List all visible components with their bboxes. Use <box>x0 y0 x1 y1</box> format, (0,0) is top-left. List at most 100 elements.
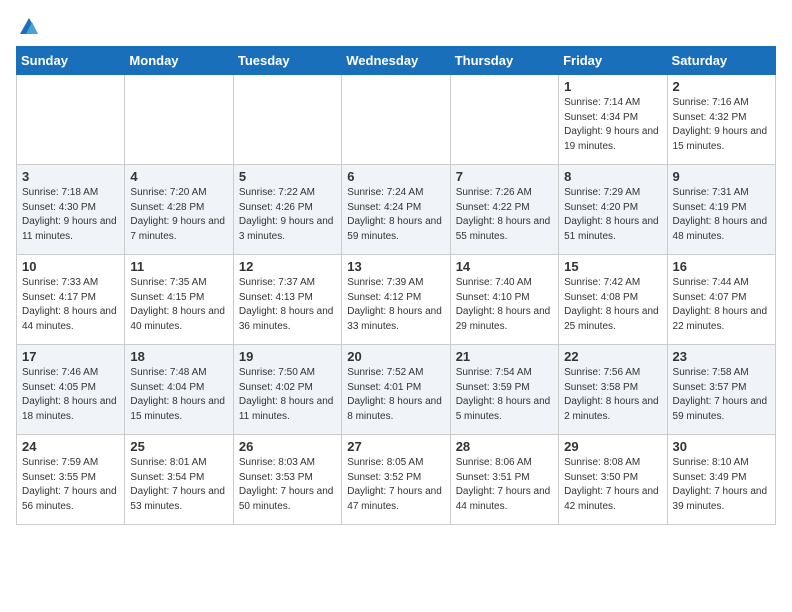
day-number: 10 <box>22 259 119 274</box>
calendar-cell <box>17 75 125 165</box>
day-number: 15 <box>564 259 661 274</box>
calendar-cell: 8 Sunrise: 7:29 AM Sunset: 4:20 PM Daylig… <box>559 165 667 255</box>
calendar-cell: 9 Sunrise: 7:31 AM Sunset: 4:19 PM Daylig… <box>667 165 775 255</box>
calendar-header-sunday: Sunday <box>17 47 125 75</box>
calendar-cell: 3 Sunrise: 7:18 AM Sunset: 4:30 PM Daylig… <box>17 165 125 255</box>
day-info: Sunrise: 7:58 AM Sunset: 3:57 PM Dayligh… <box>673 366 770 424</box>
day-number: 26 <box>239 439 336 454</box>
day-info: Sunrise: 7:14 AM Sunset: 4:34 PM Dayligh… <box>564 96 661 154</box>
calendar-cell: 17 Sunrise: 7:46 AM Sunset: 4:05 PM Dayli… <box>17 345 125 435</box>
calendar-cell: 14Sunrise: 7:40 AM Sunset: 4:10 PM Dayli… <box>450 255 558 345</box>
day-info: Sunrise: 7:29 AM Sunset: 4:20 PM Dayligh… <box>564 186 661 244</box>
calendar-cell: 12 Sunrise: 7:37 AM Sunset: 4:13 PM Dayli… <box>233 255 341 345</box>
day-number: 11 <box>130 259 227 274</box>
day-number: 14 <box>456 259 553 274</box>
day-info: Sunrise: 8:06 AM Sunset: 3:51 PM Dayligh… <box>456 456 553 514</box>
calendar-cell: 13Sunrise: 7:39 AM Sunset: 4:12 PM Dayli… <box>342 255 450 345</box>
day-number: 5 <box>239 169 336 184</box>
day-info: Sunrise: 8:03 AM Sunset: 3:53 PM Dayligh… <box>239 456 336 514</box>
calendar-cell: 1 Sunrise: 7:14 AM Sunset: 4:34 PM Daylig… <box>559 75 667 165</box>
day-info: Sunrise: 7:42 AM Sunset: 4:08 PM Dayligh… <box>564 276 661 334</box>
day-number: 29 <box>564 439 661 454</box>
day-info: Sunrise: 7:35 AM Sunset: 4:15 PM Dayligh… <box>130 276 227 334</box>
day-info: Sunrise: 7:39 AM Sunset: 4:12 PM Dayligh… <box>347 276 444 334</box>
day-info: Sunrise: 7:16 AM Sunset: 4:32 PM Dayligh… <box>673 96 770 154</box>
day-number: 21 <box>456 349 553 364</box>
calendar-cell: 20 Sunrise: 7:52 AM Sunset: 4:01 PM Dayli… <box>342 345 450 435</box>
calendar-cell: 11 Sunrise: 7:35 AM Sunset: 4:15 PM Dayli… <box>125 255 233 345</box>
calendar-cell: 10 Sunrise: 7:33 AM Sunset: 4:17 PM Dayli… <box>17 255 125 345</box>
calendar-cell: 22 Sunrise: 7:56 AM Sunset: 3:58 PM Dayli… <box>559 345 667 435</box>
day-number: 16 <box>673 259 770 274</box>
calendar-cell: 23 Sunrise: 7:58 AM Sunset: 3:57 PM Dayli… <box>667 345 775 435</box>
calendar-week-row: 24 Sunrise: 7:59 AM Sunset: 3:55 PM Dayli… <box>17 435 776 525</box>
day-number: 3 <box>22 169 119 184</box>
calendar-cell: 24 Sunrise: 7:59 AM Sunset: 3:55 PM Dayli… <box>17 435 125 525</box>
day-info: Sunrise: 8:08 AM Sunset: 3:50 PM Dayligh… <box>564 456 661 514</box>
calendar-week-row: 3 Sunrise: 7:18 AM Sunset: 4:30 PM Daylig… <box>17 165 776 255</box>
calendar-week-row: 17 Sunrise: 7:46 AM Sunset: 4:05 PM Dayli… <box>17 345 776 435</box>
calendar-cell: 30 Sunrise: 8:10 AM Sunset: 3:49 PM Dayli… <box>667 435 775 525</box>
day-info: Sunrise: 8:10 AM Sunset: 3:49 PM Dayligh… <box>673 456 770 514</box>
calendar-cell: 19Sunrise: 7:50 AM Sunset: 4:02 PM Dayli… <box>233 345 341 435</box>
day-number: 17 <box>22 349 119 364</box>
calendar-header-thursday: Thursday <box>450 47 558 75</box>
day-number: 25 <box>130 439 227 454</box>
calendar-cell: 28 Sunrise: 8:06 AM Sunset: 3:51 PM Dayli… <box>450 435 558 525</box>
day-info: Sunrise: 7:44 AM Sunset: 4:07 PM Dayligh… <box>673 276 770 334</box>
page-header <box>16 16 776 38</box>
day-info: Sunrise: 7:37 AM Sunset: 4:13 PM Dayligh… <box>239 276 336 334</box>
calendar-cell: 25 Sunrise: 8:01 AM Sunset: 3:54 PM Dayli… <box>125 435 233 525</box>
day-info: Sunrise: 7:18 AM Sunset: 4:30 PM Dayligh… <box>22 186 119 244</box>
calendar-header-saturday: Saturday <box>667 47 775 75</box>
calendar-cell: 29 Sunrise: 8:08 AM Sunset: 3:50 PM Dayli… <box>559 435 667 525</box>
calendar-cell: 15 Sunrise: 7:42 AM Sunset: 4:08 PM Dayli… <box>559 255 667 345</box>
day-number: 20 <box>347 349 444 364</box>
calendar-week-row: 1 Sunrise: 7:14 AM Sunset: 4:34 PM Daylig… <box>17 75 776 165</box>
calendar-cell <box>233 75 341 165</box>
day-info: Sunrise: 8:05 AM Sunset: 3:52 PM Dayligh… <box>347 456 444 514</box>
day-number: 27 <box>347 439 444 454</box>
day-info: Sunrise: 7:31 AM Sunset: 4:19 PM Dayligh… <box>673 186 770 244</box>
day-number: 19 <box>239 349 336 364</box>
day-number: 23 <box>673 349 770 364</box>
calendar-cell <box>125 75 233 165</box>
day-number: 22 <box>564 349 661 364</box>
day-number: 7 <box>456 169 553 184</box>
day-number: 8 <box>564 169 661 184</box>
calendar-header-row: SundayMondayTuesdayWednesdayThursdayFrid… <box>17 47 776 75</box>
calendar-cell: 18Sunrise: 7:48 AM Sunset: 4:04 PM Dayli… <box>125 345 233 435</box>
day-number: 6 <box>347 169 444 184</box>
calendar-cell: 2 Sunrise: 7:16 AM Sunset: 4:32 PM Daylig… <box>667 75 775 165</box>
day-number: 28 <box>456 439 553 454</box>
calendar-week-row: 10 Sunrise: 7:33 AM Sunset: 4:17 PM Dayli… <box>17 255 776 345</box>
calendar-header-friday: Friday <box>559 47 667 75</box>
day-info: Sunrise: 7:22 AM Sunset: 4:26 PM Dayligh… <box>239 186 336 244</box>
day-number: 12 <box>239 259 336 274</box>
day-number: 24 <box>22 439 119 454</box>
calendar-cell: 27 Sunrise: 8:05 AM Sunset: 3:52 PM Dayli… <box>342 435 450 525</box>
day-info: Sunrise: 7:24 AM Sunset: 4:24 PM Dayligh… <box>347 186 444 244</box>
calendar-cell <box>450 75 558 165</box>
calendar-cell: 6 Sunrise: 7:24 AM Sunset: 4:24 PM Daylig… <box>342 165 450 255</box>
day-number: 30 <box>673 439 770 454</box>
calendar-cell: 26 Sunrise: 8:03 AM Sunset: 3:53 PM Dayli… <box>233 435 341 525</box>
day-number: 1 <box>564 79 661 94</box>
calendar-header-monday: Monday <box>125 47 233 75</box>
day-number: 9 <box>673 169 770 184</box>
logo <box>16 16 40 38</box>
calendar-table: SundayMondayTuesdayWednesdayThursdayFrid… <box>16 46 776 525</box>
day-info: Sunrise: 7:56 AM Sunset: 3:58 PM Dayligh… <box>564 366 661 424</box>
day-number: 4 <box>130 169 227 184</box>
day-info: Sunrise: 7:46 AM Sunset: 4:05 PM Dayligh… <box>22 366 119 424</box>
day-info: Sunrise: 8:01 AM Sunset: 3:54 PM Dayligh… <box>130 456 227 514</box>
day-number: 2 <box>673 79 770 94</box>
calendar-cell: 16 Sunrise: 7:44 AM Sunset: 4:07 PM Dayli… <box>667 255 775 345</box>
calendar-header-wednesday: Wednesday <box>342 47 450 75</box>
calendar-cell: 21 Sunrise: 7:54 AM Sunset: 3:59 PM Dayli… <box>450 345 558 435</box>
day-info: Sunrise: 7:54 AM Sunset: 3:59 PM Dayligh… <box>456 366 553 424</box>
day-info: Sunrise: 7:20 AM Sunset: 4:28 PM Dayligh… <box>130 186 227 244</box>
day-info: Sunrise: 7:59 AM Sunset: 3:55 PM Dayligh… <box>22 456 119 514</box>
day-info: Sunrise: 7:33 AM Sunset: 4:17 PM Dayligh… <box>22 276 119 334</box>
day-info: Sunrise: 7:52 AM Sunset: 4:01 PM Dayligh… <box>347 366 444 424</box>
